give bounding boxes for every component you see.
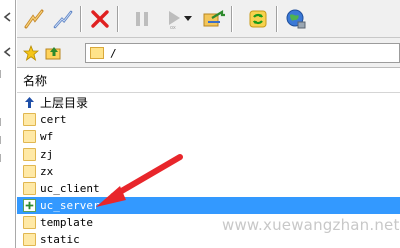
cancel-button[interactable] <box>87 6 113 32</box>
toolbar-separator <box>80 6 82 32</box>
list-item-label: cert <box>40 113 67 126</box>
folder-icon <box>23 165 36 178</box>
pause-button[interactable] <box>129 6 155 32</box>
disconnect-icon <box>53 10 73 29</box>
star-icon <box>23 45 39 61</box>
folder-icon <box>23 113 36 126</box>
connect-button[interactable] <box>21 6 47 32</box>
list-item[interactable]: zj <box>17 146 400 163</box>
list-item[interactable]: uc_client <box>17 180 400 197</box>
tree-line <box>0 70 4 78</box>
folder-icon <box>23 233 36 246</box>
collapse-arrow-icon[interactable] <box>3 47 13 57</box>
globe-icon <box>286 9 306 29</box>
tree-line <box>0 136 4 144</box>
column-header-name[interactable]: 名称 <box>17 69 400 93</box>
svg-text:ox: ox <box>170 25 176 29</box>
watermark: www.xuewangzhan.net <box>222 216 400 234</box>
list-item-label: zx <box>40 165 54 178</box>
folder-icon <box>23 130 36 143</box>
list-item[interactable]: cert <box>17 111 400 128</box>
list-item[interactable]: zx <box>17 163 400 180</box>
connect-lightning-icon <box>24 9 44 29</box>
folder-up-icon <box>45 47 61 60</box>
address-bar: / <box>17 38 400 68</box>
list-item-selected[interactable]: uc_server <box>17 197 400 214</box>
up-arrow-icon <box>25 97 34 108</box>
list-item[interactable]: wf <box>17 128 400 145</box>
list-item-label: static <box>40 233 80 246</box>
refresh-button[interactable] <box>245 6 271 32</box>
pause-icon <box>136 12 148 26</box>
dropdown-arrow-icon <box>184 16 192 21</box>
up-folder-button[interactable] <box>44 43 64 63</box>
toolbar-separator <box>117 6 119 32</box>
collapse-arrow-icon[interactable] <box>3 12 13 22</box>
globe-button[interactable] <box>283 6 309 32</box>
path-input[interactable]: / <box>85 43 400 63</box>
list-item-label: 上层目录 <box>40 96 89 110</box>
list-item-label: uc_client <box>40 182 100 195</box>
tree-line <box>0 154 4 162</box>
play-dropdown-button[interactable] <box>181 6 195 32</box>
cancel-x-icon <box>91 10 109 28</box>
list-item-label: template <box>40 216 93 229</box>
folder-plus-icon <box>23 199 36 212</box>
toolbar-separator <box>231 6 233 32</box>
toolbar: ox <box>17 0 400 38</box>
folder-icon <box>23 216 36 229</box>
folder-icon <box>23 182 36 195</box>
left-pane <box>0 0 16 248</box>
folder-icon <box>23 148 36 161</box>
list-item-label: zj <box>40 148 54 161</box>
favorites-button[interactable] <box>21 43 41 63</box>
list-item-parent-directory[interactable]: 上层目录 <box>17 94 400 111</box>
tree-line <box>0 118 4 126</box>
refresh-icon <box>249 10 267 28</box>
list-item-label: wf <box>40 130 54 143</box>
disconnect-button[interactable] <box>50 6 76 32</box>
transfer-icon <box>203 10 225 27</box>
path-text: / <box>110 46 117 60</box>
transfer-button[interactable] <box>201 6 227 32</box>
folder-icon <box>90 47 104 59</box>
list-item-label: uc_server <box>40 199 100 212</box>
toolbar-separator <box>276 6 278 32</box>
